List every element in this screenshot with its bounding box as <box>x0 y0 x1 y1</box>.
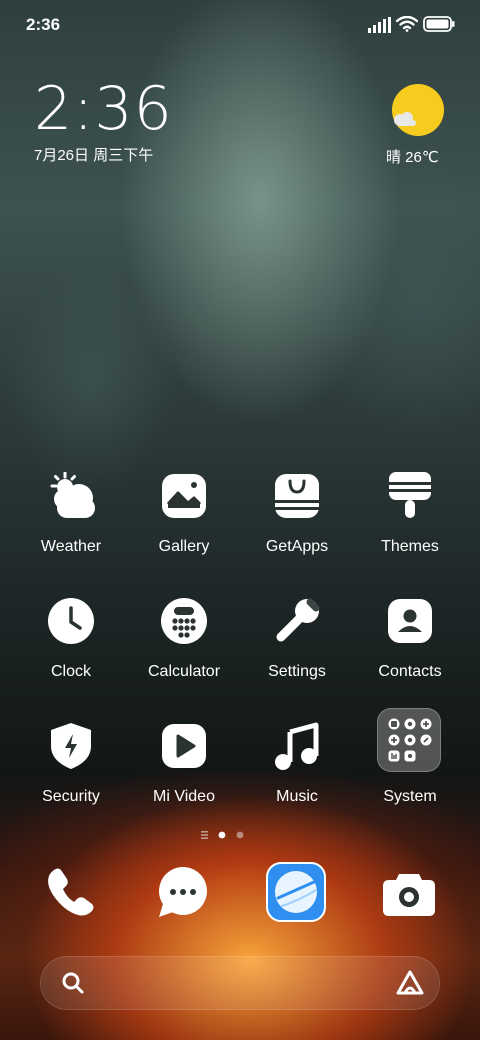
clock-widget[interactable]: 2:36 7月26日 周三下午 <box>34 78 173 165</box>
app-label: Security <box>42 788 100 805</box>
assistant-icon[interactable] <box>395 969 425 997</box>
weather-widget[interactable]: 晴 26℃ <box>378 82 458 172</box>
weather-temperature: 晴 26℃ <box>386 149 439 166</box>
app-label: Gallery <box>158 538 210 555</box>
app-label: Calculator <box>147 663 221 680</box>
weather-icon <box>47 472 95 520</box>
page-dot <box>236 831 244 839</box>
status-bar: 2:36 <box>0 0 480 50</box>
app-clock[interactable]: Clock <box>16 597 126 697</box>
app-label: Music <box>276 788 318 805</box>
dock-camera[interactable] <box>379 862 439 922</box>
signal-icon <box>368 17 391 33</box>
page-dot-active <box>218 831 226 839</box>
app-calculator[interactable]: Calculator <box>129 597 239 697</box>
dock-browser[interactable] <box>266 862 326 922</box>
app-weather[interactable]: Weather <box>16 472 126 572</box>
contacts-icon <box>386 597 434 645</box>
app-security[interactable]: Security <box>16 722 126 822</box>
settings-icon <box>273 597 321 645</box>
browser-icon <box>266 862 326 922</box>
app-music[interactable]: Music <box>242 722 352 822</box>
app-label: System <box>383 788 437 805</box>
music-icon <box>273 722 321 770</box>
widget-date: 7月26日 周三下午 <box>34 147 154 164</box>
app-label: Weather <box>40 538 102 555</box>
app-getapps[interactable]: GetApps <box>242 472 352 572</box>
clock-icon <box>47 597 95 645</box>
cloud-icon <box>394 112 416 126</box>
folder-icon <box>377 708 441 772</box>
dock-messages[interactable] <box>153 862 213 922</box>
status-time: 2:36 <box>26 15 61 34</box>
calculator-icon <box>160 597 208 645</box>
app-label: GetApps <box>265 538 329 555</box>
dock-phone[interactable] <box>40 862 100 922</box>
camera-icon <box>383 874 435 916</box>
wifi-icon <box>396 16 418 32</box>
widget-time: 2:36 <box>34 74 173 144</box>
search-bar[interactable] <box>40 956 440 1010</box>
app-label: Settings <box>268 663 326 680</box>
security-icon <box>47 722 95 770</box>
battery-icon <box>423 16 455 32</box>
themes-icon <box>386 472 434 520</box>
page-indicator[interactable] <box>198 828 248 842</box>
phone-icon <box>48 868 94 916</box>
app-system-folder[interactable]: System <box>355 708 465 822</box>
app-themes[interactable]: Themes <box>355 472 465 572</box>
app-contacts[interactable]: Contacts <box>355 597 465 697</box>
app-mi-video[interactable]: Mi Video <box>129 722 239 822</box>
messages-icon <box>159 867 207 917</box>
app-label: Themes <box>381 538 439 555</box>
getapps-icon <box>273 472 321 520</box>
search-icon[interactable] <box>61 971 85 995</box>
gallery-icon <box>160 472 208 520</box>
app-settings[interactable]: Settings <box>242 597 352 697</box>
app-label: Mi Video <box>153 788 215 805</box>
mi-video-icon <box>160 722 208 770</box>
app-label: Contacts <box>378 663 442 680</box>
sunny-icon <box>392 84 444 136</box>
app-gallery[interactable]: Gallery <box>129 472 239 572</box>
app-label: Clock <box>50 663 91 680</box>
feed-page-icon <box>201 831 208 839</box>
